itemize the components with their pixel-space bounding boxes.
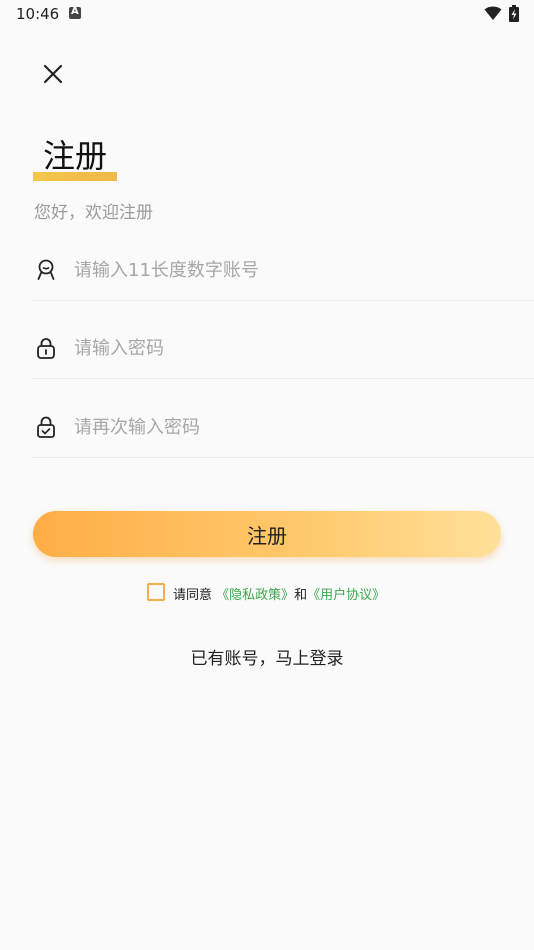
status-time: 10:46 <box>16 5 60 23</box>
account-field-row <box>32 240 534 301</box>
page-subtitle: 您好，欢迎注册 <box>34 203 153 223</box>
user-icon <box>37 259 55 280</box>
agreement-joiner: 和 <box>294 588 308 603</box>
agreement-prefix: 请同意 <box>173 588 217 603</box>
privacy-policy-link[interactable]: 《隐私政策》 <box>216 588 294 603</box>
user-agreement-link[interactable]: 《用户协议》 <box>307 588 385 603</box>
notification-app-icon <box>69 6 81 19</box>
lock-check-icon <box>37 416 55 438</box>
page-title-block: 注册 <box>33 136 117 184</box>
wifi-icon <box>484 6 502 20</box>
agreement-text: 请同意 《隐私政策》和《用户协议》 <box>173 584 385 603</box>
confirm-password-field-row <box>32 397 534 458</box>
account-input[interactable] <box>72 252 516 288</box>
battery-charging-icon <box>509 5 519 22</box>
status-bar: 10:46 <box>0 0 534 30</box>
close-button[interactable] <box>40 61 66 87</box>
login-link[interactable]: 已有账号，马上登录 <box>0 644 534 669</box>
confirm-password-input[interactable] <box>72 409 516 445</box>
password-input[interactable] <box>72 330 516 366</box>
agreement-checkbox[interactable] <box>147 583 165 601</box>
password-field-row <box>32 318 534 379</box>
lock-icon <box>37 338 55 359</box>
page-title: 注册 <box>43 137 108 175</box>
close-icon <box>43 64 63 84</box>
register-button[interactable]: 注册 <box>33 511 501 557</box>
